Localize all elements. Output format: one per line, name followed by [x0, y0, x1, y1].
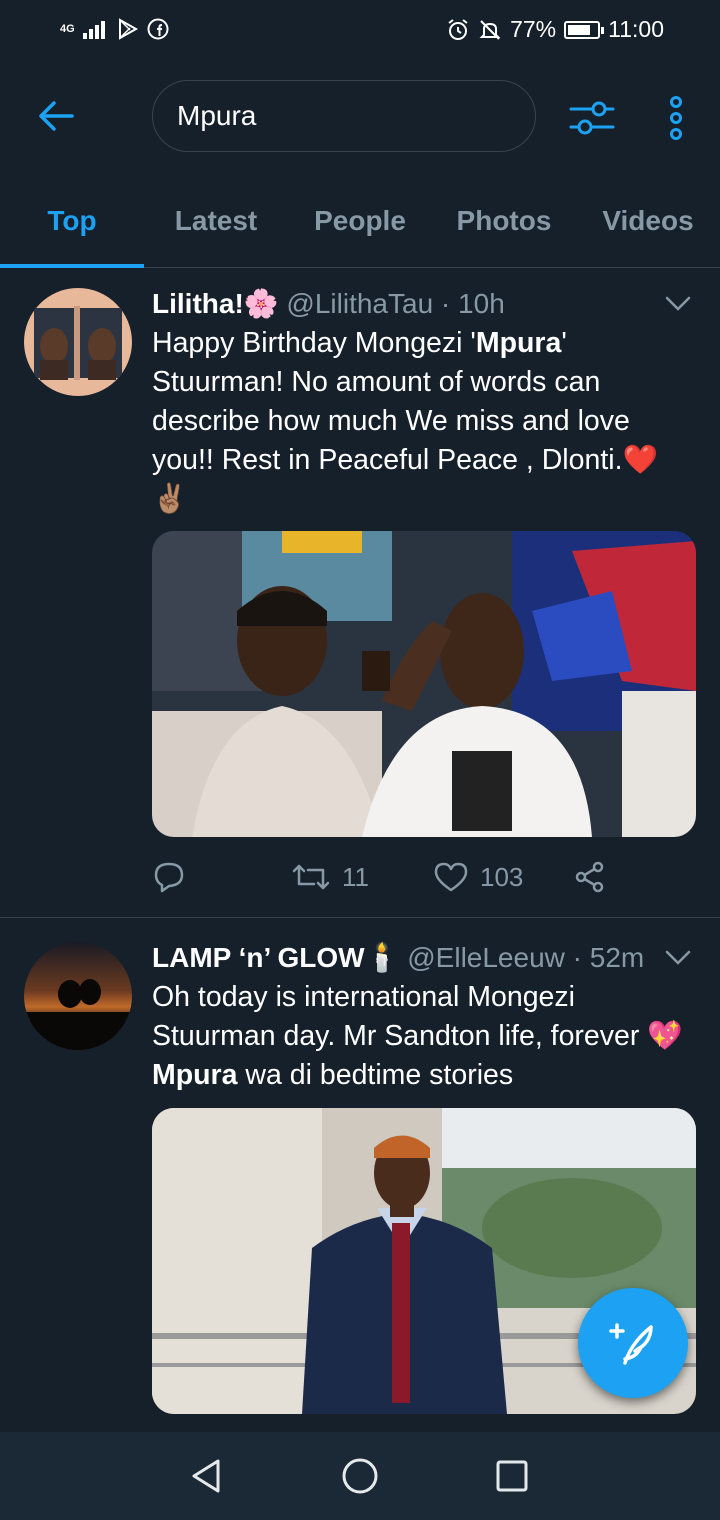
more-options-button[interactable] [660, 92, 692, 144]
tab-top[interactable]: Top [0, 174, 144, 268]
battery-icon [564, 20, 605, 39]
network-type: 4G [60, 22, 75, 35]
compose-feather-icon [609, 1323, 653, 1365]
signal-icon [82, 21, 105, 39]
retweet-count: 11 [342, 861, 369, 892]
tab-people[interactable]: People [288, 174, 432, 267]
like-count: 103 [480, 861, 524, 892]
tab-videos[interactable]: Videos [576, 174, 720, 267]
tweet-header: Lilitha!🌸 @LilithaTau · 10h [152, 288, 505, 319]
search-highlight: Mpura [152, 1059, 238, 1091]
tweet[interactable]: Lilitha!🌸 @LilithaTau · 10h Happy Birthd… [0, 268, 720, 918]
retweet-icon [292, 864, 330, 890]
tweet-header: LAMP ‘n’ GLOW🕯️ @ElleLeeuw · 52m [152, 942, 645, 973]
handle[interactable]: @LilithaTau [286, 288, 433, 319]
compose-tweet-button[interactable] [578, 1288, 688, 1398]
tab-photos[interactable]: Photos [432, 174, 576, 267]
tweet-text-part: Happy Birthday Mongezi ' [152, 327, 476, 359]
tweet-text: Happy Birthday Mongezi 'Mpura' Stuurman!… [152, 324, 698, 519]
name-emoji: 🌸 [243, 288, 279, 319]
share-icon [575, 861, 604, 893]
square-recents-icon [496, 1460, 528, 1492]
filter-sliders-icon [569, 101, 615, 135]
battery-fill [568, 24, 590, 35]
heart-icon [434, 862, 468, 892]
display-name[interactable]: Lilitha! [152, 288, 244, 319]
search-header: Mpura [0, 62, 720, 174]
avatar-photo [24, 942, 132, 1050]
status-right: 77% 11:00 [446, 16, 664, 43]
status-bar: 4G 77% 11:00 [0, 0, 720, 62]
circle-home-icon [342, 1458, 378, 1494]
retweet-button[interactable]: 11 [292, 862, 434, 893]
back-button[interactable] [32, 92, 80, 140]
facebook-icon [147, 18, 169, 40]
status-left: 4G [60, 18, 169, 40]
search-filter-button[interactable] [566, 92, 618, 144]
search-highlight: Mpura [475, 327, 562, 359]
tweet-body: Lilitha!🌸 @LilithaTau · 10h Happy Birthd… [152, 286, 698, 519]
system-nav-bar [0, 1432, 720, 1520]
reply-button[interactable] [152, 860, 292, 894]
avatar[interactable] [24, 942, 132, 1050]
search-tabs: Top Latest People Photos Videos [0, 174, 720, 268]
tweet-text-part: wa di bedtime stories [237, 1059, 514, 1091]
nav-back-button[interactable] [184, 1454, 228, 1498]
search-input[interactable]: Mpura [152, 80, 536, 152]
tweet-actions: 11 103 [152, 860, 606, 894]
heart-emoji: ❤️ [622, 444, 659, 476]
tweet-body: LAMP ‘n’ GLOW🕯️ @ElleLeeuw · 52m Oh toda… [152, 940, 698, 1095]
tweet-text-part: Oh today is international Mongezi Stuurm… [152, 981, 648, 1052]
clock: 11:00 [608, 16, 664, 42]
search-query: Mpura [177, 100, 257, 131]
share-button[interactable] [574, 861, 606, 893]
timestamp: 10h [458, 288, 505, 319]
nav-recents-button[interactable] [490, 1454, 534, 1498]
sparkling-heart-emoji: 💖 [647, 1020, 683, 1052]
handle[interactable]: @ElleLeeuw [407, 942, 565, 973]
battery-percent: 77% [510, 16, 557, 42]
alarm-icon [448, 18, 468, 40]
reply-icon [154, 862, 184, 893]
triangle-back-icon [192, 1459, 220, 1493]
like-button[interactable]: 103 [434, 862, 574, 893]
name-emoji: 🕯️ [364, 942, 400, 973]
display-name[interactable]: LAMP ‘n’ GLOW [152, 942, 365, 973]
tweet-text: Oh today is international Mongezi Stuurm… [152, 978, 698, 1095]
play-store-icon [118, 18, 138, 40]
tab-latest[interactable]: Latest [144, 174, 288, 267]
tweet-image[interactable] [152, 531, 696, 837]
avatar[interactable] [24, 288, 132, 396]
mute-icon [479, 19, 501, 40]
back-arrow-icon [39, 101, 74, 131]
peace-emoji: ✌🏽 [152, 483, 188, 515]
timestamp: 52m [589, 942, 645, 973]
chevron-down-icon[interactable] [664, 948, 692, 968]
chevron-down-icon[interactable] [664, 294, 692, 314]
photo-two-men-smiling [152, 531, 696, 837]
nav-home-button[interactable] [338, 1454, 382, 1498]
avatar-photo [24, 288, 132, 396]
more-vertical-icon [670, 96, 682, 140]
